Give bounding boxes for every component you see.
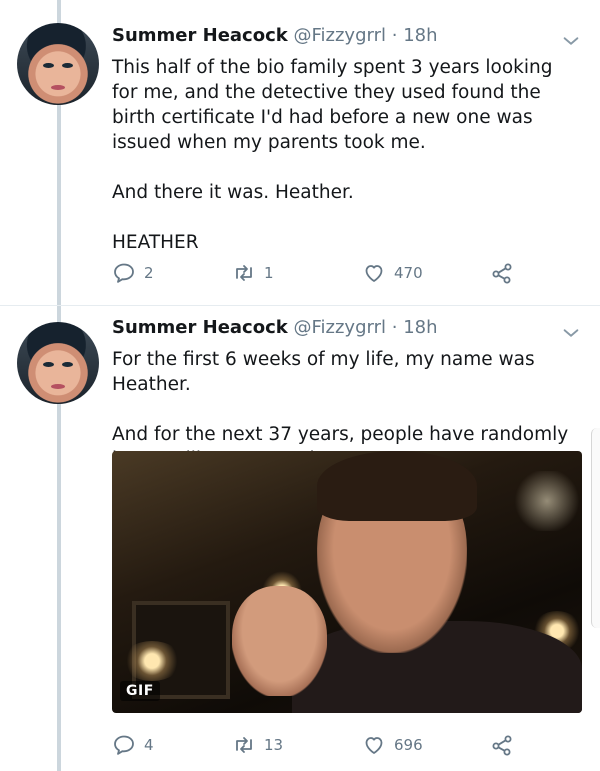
tweet-paragraph: For the first 6 weeks of my life, my nam… [112, 349, 535, 395]
share-button[interactable] [490, 731, 514, 759]
retweet-icon [236, 265, 252, 281]
retweet-button[interactable]: 13 [232, 731, 283, 759]
tweet-header: Summer Heacock @Fizzygrrl · 18h [112, 24, 438, 48]
author-name[interactable]: Summer Heacock [112, 25, 288, 46]
reply-icon [114, 735, 134, 755]
chevron-down-icon[interactable] [560, 30, 582, 52]
reply-button[interactable]: 4 [112, 731, 154, 759]
author-handle[interactable]: @Fizzygrrl [293, 317, 386, 338]
like-count: 696 [394, 736, 423, 754]
separator: · [391, 317, 398, 338]
tweet-header: Summer Heacock @Fizzygrrl · 18h [112, 316, 438, 340]
retweet-button[interactable]: 1 [232, 259, 274, 287]
retweet-icon [236, 737, 252, 753]
share-button[interactable] [490, 259, 514, 287]
avatar[interactable] [17, 23, 99, 105]
like-button[interactable]: 696 [362, 731, 423, 759]
separator: · [391, 25, 398, 46]
share-icon [492, 735, 512, 756]
tweet-paragraph: HEATHER [112, 232, 199, 253]
chevron-down-icon[interactable] [560, 322, 582, 344]
scrollbar[interactable] [591, 428, 600, 628]
like-count: 470 [394, 264, 423, 282]
gif-media[interactable]: GIF [112, 451, 582, 713]
share-icon [492, 263, 512, 284]
tweet-text: This half of the bio family spent 3 year… [112, 55, 582, 255]
timestamp[interactable]: 18h [403, 317, 437, 338]
tweet-actions: 2 1 470 [112, 259, 532, 287]
retweet-count: 1 [264, 264, 274, 282]
heart-icon [365, 265, 383, 282]
retweet-count: 13 [264, 736, 284, 754]
gif-badge: GIF [120, 681, 160, 701]
tweet-paragraph: And there it was. Heather. [112, 182, 354, 203]
avatar[interactable] [17, 322, 99, 404]
reply-button[interactable]: 2 [112, 259, 154, 287]
author-handle[interactable]: @Fizzygrrl [293, 25, 386, 46]
heart-icon [365, 737, 383, 754]
reply-count: 4 [144, 736, 154, 754]
tweet[interactable]: Summer Heacock @Fizzygrrl · 18h For the … [0, 306, 600, 771]
reply-icon [114, 263, 134, 283]
reply-count: 2 [144, 264, 154, 282]
tweet[interactable]: Summer Heacock @Fizzygrrl · 18h This hal… [0, 0, 600, 306]
author-name[interactable]: Summer Heacock [112, 317, 288, 338]
tweet-paragraph: This half of the bio family spent 3 year… [112, 57, 553, 153]
timestamp[interactable]: 18h [403, 25, 437, 46]
tweet-actions: 4 13 696 [112, 731, 532, 759]
like-button[interactable]: 470 [362, 259, 423, 287]
